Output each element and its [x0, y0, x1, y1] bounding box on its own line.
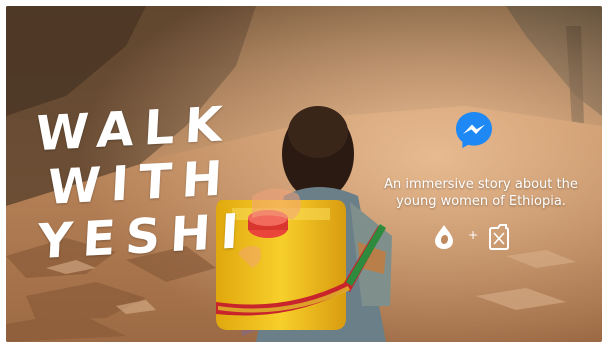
tagline: An immersive story about the young women… [384, 177, 578, 209]
jerrycan-icon [488, 224, 510, 250]
water-drop-logo-icon [432, 224, 456, 250]
partner-logos: + [432, 224, 522, 252]
title-line: YESHI [36, 203, 251, 271]
messenger-icon[interactable] [452, 108, 496, 152]
hero-banner: WALK WITH YESHI An immersive story about… [6, 6, 602, 342]
partner-separator: + [467, 228, 479, 242]
hero-title: WALK WITH YESHI [34, 96, 250, 270]
